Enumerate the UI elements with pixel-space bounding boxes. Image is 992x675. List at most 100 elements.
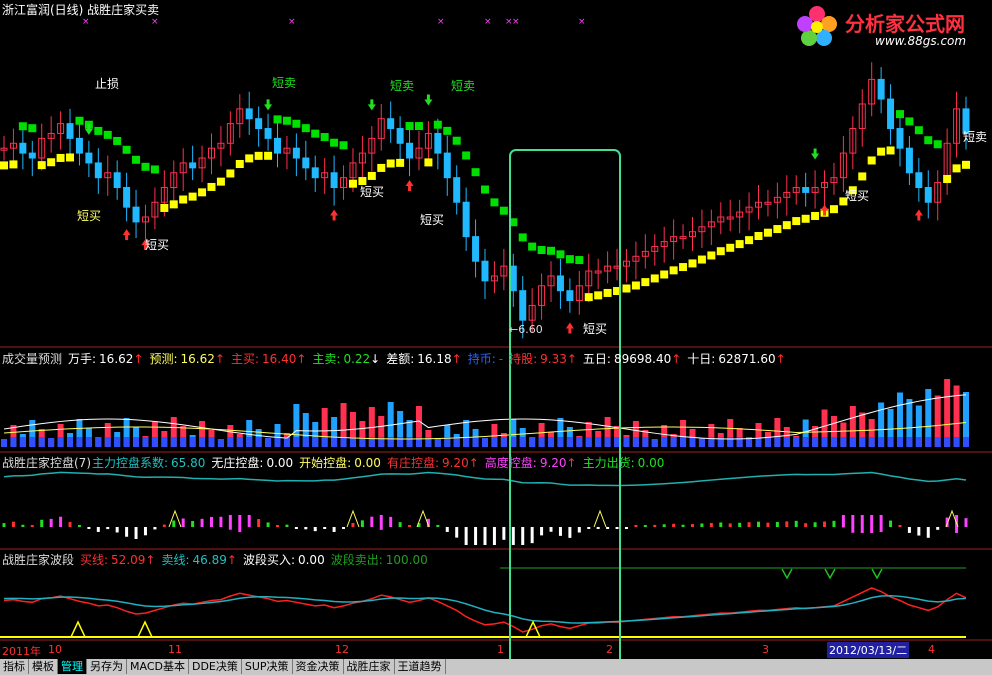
volume-bar-base [85, 437, 92, 447]
control-bar [898, 525, 902, 527]
tab-bar: 指标 模板 管理 另存为 MACD基本 DDE决策 SUP决策 资金决策 战胜庄家 王道趋势 [0, 659, 992, 675]
label-stop-loss: 止损 [95, 77, 120, 91]
panel2-field-value: 16.18 [417, 352, 452, 366]
control-bar [332, 527, 336, 532]
control-bar [464, 527, 468, 545]
control-bar [408, 525, 412, 527]
panel2-field-arrow: ↓ [370, 352, 381, 366]
tab-wangdao[interactable]: 王道趋势 [394, 659, 446, 674]
panel3-field-arrow: ↑ [468, 456, 479, 470]
tab-macd[interactable]: MACD基本 [127, 659, 189, 674]
trend-block [0, 161, 8, 170]
tab-capital[interactable]: 资金决策 [292, 659, 344, 674]
candle-body [330, 172, 338, 189]
panel4-field-value: 100.00 [385, 553, 428, 567]
label-short-buy-6: 短买 [845, 189, 870, 203]
trend-block [282, 116, 291, 125]
control-bar [757, 521, 761, 527]
control-bar [766, 522, 770, 527]
panel2-field-label: 五日: [582, 352, 611, 366]
trend-block [9, 160, 18, 169]
trend-block [292, 119, 301, 128]
trend-block [160, 203, 169, 212]
candle-body [85, 152, 93, 164]
panel4-field-3: 波段卖出: 100.00 [331, 553, 428, 567]
panel3-field-arrow: ↑ [566, 456, 577, 470]
candle-body [896, 128, 904, 149]
candle-body [75, 137, 83, 154]
control-bar [30, 525, 34, 527]
tab-manage[interactable]: 管理 [58, 659, 87, 674]
panel3-field-label: 主力出货: [582, 456, 635, 470]
wave-buy-marker [70, 620, 86, 638]
label-short-sell-2: 短卖 [390, 79, 415, 93]
volume-bar-base [774, 437, 781, 447]
trend-block [726, 243, 735, 252]
volume-bar-base [246, 437, 253, 447]
candle-body [887, 98, 895, 130]
control-bar [794, 520, 798, 527]
control-bar [596, 527, 600, 529]
volume-bar-base [680, 437, 687, 447]
volume-bar-base [595, 437, 602, 447]
panel2-field-label: 十日: [687, 352, 716, 366]
trend-block [245, 154, 254, 163]
control-bar [276, 525, 280, 527]
control-bar [540, 527, 544, 536]
stock-chart[interactable]: × × × × × × × × [0, 0, 992, 675]
trend-block [490, 198, 499, 207]
control-bar [370, 516, 374, 527]
panel2-fields: 万手: 16.62↑ 预测: 16.62↑ 主买: 16.40↑ 主卖: 0.22↓ 差额: 16… [68, 350, 792, 367]
trend-block [811, 211, 820, 220]
tab-zszj[interactable]: 战胜庄家 [343, 659, 395, 674]
label-short-buy-1: 短买 [77, 209, 102, 223]
volume-bar-base [227, 437, 234, 447]
volume-bar-base [557, 437, 564, 447]
tab-sup[interactable]: SUP决策 [241, 659, 293, 674]
volume-bar-base [840, 437, 847, 447]
trend-block [547, 246, 556, 255]
volume-bar-base [482, 438, 488, 447]
panel2-field-4: 差额: 16.18↑ [386, 352, 461, 366]
trend-block [443, 126, 452, 135]
x-tick-2: 11 [168, 643, 182, 656]
control-bar [445, 527, 449, 532]
label-short-sell-1: 短卖 [272, 76, 297, 90]
trend-block [914, 126, 923, 135]
label-short-sell-3: 短卖 [451, 79, 476, 93]
panel2-field-label: 差额: [386, 352, 415, 366]
x-tick-6: 3 [762, 643, 769, 656]
candle-body [264, 128, 272, 139]
volume-bar-base [510, 437, 517, 447]
highlight-box [509, 149, 621, 666]
control-bar [841, 515, 845, 528]
volume-bar-base [604, 437, 611, 447]
trend-block [745, 236, 754, 245]
trend-block [198, 188, 207, 197]
top-marker-icon: × [578, 17, 586, 27]
candle-body [443, 152, 451, 179]
volume-bar-base [274, 437, 281, 447]
volume-bar-base [293, 437, 300, 447]
trend-block [735, 240, 744, 249]
control-bar [219, 516, 223, 527]
tab-indicator[interactable]: 指标 [0, 659, 29, 674]
trend-block [377, 163, 386, 172]
tab-dde[interactable]: DDE决策 [188, 659, 242, 674]
control-bar [49, 518, 53, 527]
trend-block [28, 124, 37, 133]
label-short-buy-5: 短买 [583, 322, 608, 336]
volume-bar-base [642, 437, 649, 447]
trend-block [895, 110, 904, 119]
trend-block [75, 116, 84, 125]
label-short-sell-4: 短卖 [963, 130, 988, 144]
panel3-header: 战胜庄家控盘(7) [2, 454, 91, 471]
panel2-field-6: 持股: 9.33↑ [509, 352, 577, 366]
volume-bar-base [623, 437, 630, 447]
tab-template[interactable]: 模板 [29, 659, 58, 674]
control-bar [813, 522, 817, 527]
trend-block [216, 177, 225, 186]
candle-body [245, 108, 253, 120]
panel2-field-8: 十日: 62871.60↑ [687, 352, 785, 366]
tab-save-as[interactable]: 另存为 [87, 659, 127, 674]
